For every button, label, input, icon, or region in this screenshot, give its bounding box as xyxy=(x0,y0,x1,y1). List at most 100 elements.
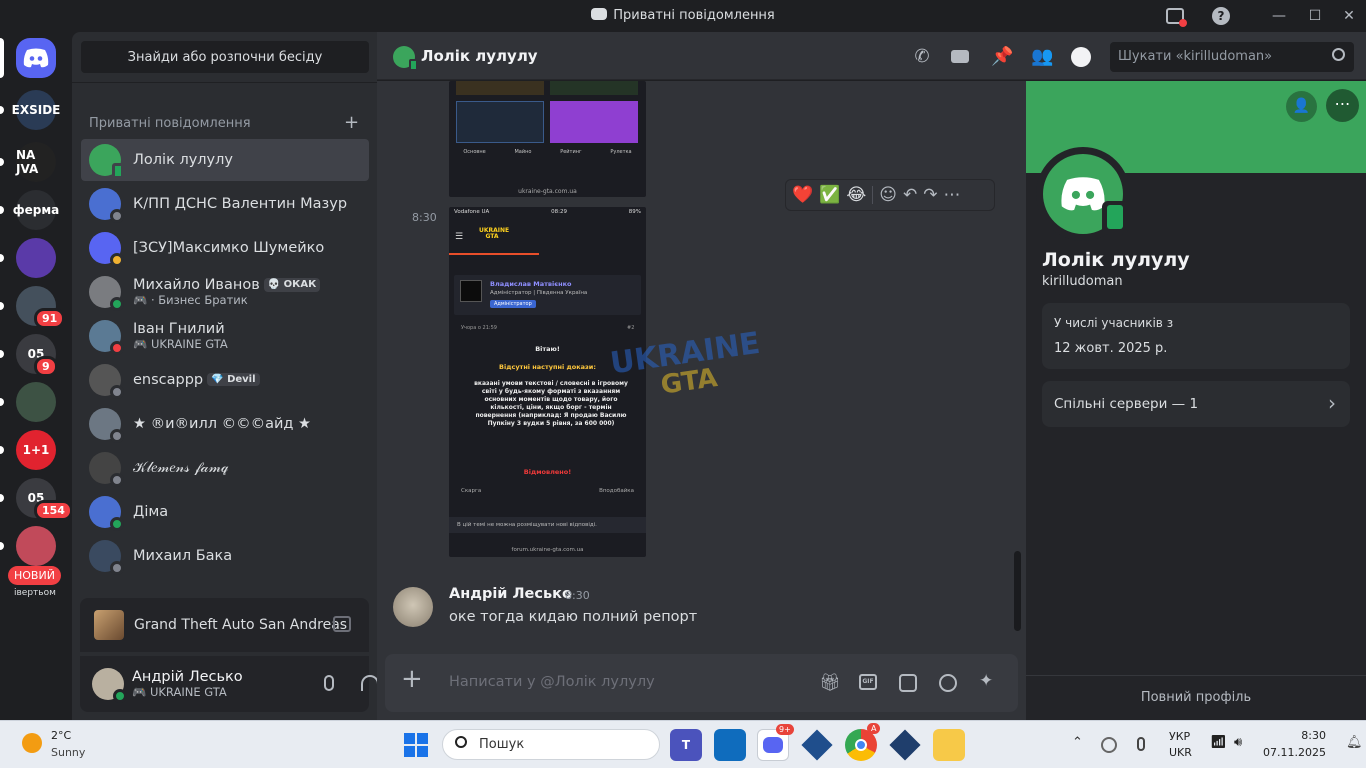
create-dm-icon[interactable]: + xyxy=(344,112,359,133)
add-friend-icon[interactable]: 👤 xyxy=(1286,91,1317,122)
status-online-icon xyxy=(113,689,127,703)
avatar xyxy=(89,320,124,355)
mutual-servers-row[interactable]: Спільні сервери — 1 › xyxy=(1042,381,1350,427)
file-explorer-icon[interactable] xyxy=(933,729,965,761)
more-options-icon[interactable]: ⋯ xyxy=(943,185,960,205)
dm-item[interactable]: Михайло Иванов 💀 ОКАК 🎮 · Бизнес Братик xyxy=(81,271,369,313)
clock-date[interactable]: 07.11.2025 xyxy=(1262,746,1326,759)
phone-statusbar: Vodafone UA 08:29 89% xyxy=(449,207,646,217)
wifi-icon[interactable]: 📶︎ xyxy=(1210,735,1227,750)
search-input[interactable]: Шукати «kirilludoman» xyxy=(1110,42,1354,72)
emoji-icon[interactable] xyxy=(939,674,957,692)
more-options-icon[interactable]: ⋯ xyxy=(1326,89,1359,122)
close-button[interactable]: ✕ xyxy=(1326,0,1366,32)
divider xyxy=(1026,675,1366,676)
scrollbar[interactable] xyxy=(1014,551,1021,631)
gift-icon[interactable]: 🎁︎ xyxy=(819,673,841,693)
forward-icon[interactable]: ↷ xyxy=(923,185,937,205)
find-conversation-button[interactable]: Знайди або розпочни бесіду xyxy=(81,41,369,73)
dm-name: Діма xyxy=(133,504,168,521)
status-icon xyxy=(110,385,124,399)
server-icon[interactable]: EXSIDE xyxy=(12,90,60,130)
dm-item[interactable]: Іван Гнилий 🎮 UKRAINE GTA xyxy=(81,315,369,357)
avatar[interactable] xyxy=(393,587,433,627)
store-app-icon[interactable] xyxy=(714,729,746,761)
server-icon[interactable]: 91 xyxy=(16,286,66,329)
apps-icon[interactable]: ✦ xyxy=(979,671,993,691)
chrome-badge: A xyxy=(867,723,881,734)
direct-messages-button[interactable] xyxy=(16,38,56,78)
url-label: forum.ukraine-gta.com.ua xyxy=(511,547,584,553)
message-input[interactable]: Написати у @Лолік лулулу xyxy=(449,674,655,690)
chat-title: Лолік лулулу xyxy=(421,47,538,65)
taskbar-search-box[interactable]: Пошук xyxy=(442,729,660,760)
dm-name: ★ ®и®илл ©©©айд ★ xyxy=(133,416,311,433)
microphone-icon[interactable] xyxy=(324,675,334,691)
start-button[interactable] xyxy=(404,733,428,757)
reaction-laugh[interactable]: 😂 xyxy=(846,185,866,205)
dm-item[interactable]: К/ПП ДСНС Валентин Мазур xyxy=(81,183,369,225)
help-icon[interactable]: ? xyxy=(1198,0,1244,32)
add-reaction-icon[interactable]: ☺ xyxy=(879,185,897,205)
language-line1[interactable]: УКР xyxy=(1169,730,1190,743)
member-since-label: У числі учасників з xyxy=(1054,316,1174,330)
user-name: Андрій Лесько xyxy=(132,669,243,686)
video-call-icon[interactable] xyxy=(951,46,973,68)
gta-launcher-icon[interactable] xyxy=(801,729,833,761)
chrome-app-icon[interactable]: A xyxy=(845,723,881,761)
clock-time[interactable]: 8:30 xyxy=(1262,729,1326,742)
attach-plus-icon[interactable]: + xyxy=(401,666,423,692)
mention-badge: 154 xyxy=(34,500,72,521)
full-profile-link[interactable]: Повний профіль xyxy=(1026,690,1366,705)
dm-item[interactable]: enscappp 💎 Devil xyxy=(81,359,369,401)
inbox-icon[interactable] xyxy=(1152,0,1198,32)
server-icon[interactable] xyxy=(16,526,56,566)
microphone-icon[interactable] xyxy=(1137,737,1145,751)
notifications-icon[interactable]: 🔔︎ xyxy=(1346,735,1363,750)
reaction-check[interactable]: ✅ xyxy=(819,185,840,205)
server-rail: EXSIDE NA JVA ферма 91 05 9 1+1 05 154 НОВИЙ іверт… xyxy=(0,32,72,720)
dm-item[interactable]: [ЗСУ]Максимко Шумейко xyxy=(81,227,369,269)
avatar[interactable] xyxy=(92,668,127,703)
dm-name-text: ★ ®и®илл ©©©айд ★ xyxy=(133,415,312,432)
server-icon[interactable]: 1+1 xyxy=(16,430,56,470)
avatar xyxy=(89,364,124,399)
reply-icon[interactable]: ↶ xyxy=(903,185,917,205)
tray-app-icon[interactable] xyxy=(1101,737,1117,753)
discord-app-icon[interactable]: 9+ xyxy=(757,724,794,761)
app-tabs: Основне Майно Рейтинг Рулетка xyxy=(449,149,646,155)
like-link: Вподобайка xyxy=(599,488,634,494)
gif-icon[interactable]: GIF xyxy=(859,674,877,690)
weather-sun-icon[interactable] xyxy=(22,733,42,753)
pinned-messages-icon[interactable]: 📌 xyxy=(991,46,1013,68)
weather-temp[interactable]: 2°C xyxy=(51,729,71,742)
server-icon[interactable]: NA JVA xyxy=(16,142,56,182)
volume-icon[interactable]: 🔊︎ xyxy=(1234,735,1242,750)
show-hidden-icons[interactable]: ⌃ xyxy=(1072,735,1083,750)
teams-app-icon[interactable]: T xyxy=(670,729,702,761)
server-icon[interactable]: 05 9 xyxy=(16,334,58,377)
gta-app-icon[interactable] xyxy=(889,729,921,761)
dm-item[interactable]: 𝒦𝓁𝑒𝓂𝑒𝓃𝓈 𝒻𝒶𝓂𝓆 xyxy=(81,447,369,489)
sticker-icon[interactable] xyxy=(899,674,917,692)
reaction-heart[interactable]: ❤️ xyxy=(792,185,813,205)
voice-call-icon[interactable]: ✆ xyxy=(911,46,933,68)
profile-avatar[interactable] xyxy=(1036,147,1130,241)
dm-item[interactable]: Діма xyxy=(81,491,369,533)
dm-name: Іван Гнилий xyxy=(133,321,228,338)
server-icon[interactable] xyxy=(16,382,56,422)
server-icon[interactable]: 05 154 xyxy=(16,478,72,521)
stream-game-icon[interactable] xyxy=(333,616,351,632)
language-line2[interactable]: UKR xyxy=(1169,746,1192,759)
server-icon[interactable]: ферма xyxy=(13,190,59,230)
user-profile-icon[interactable] xyxy=(1071,46,1093,68)
weather-desc[interactable]: Sunny xyxy=(51,746,85,759)
message-author[interactable]: Андрій Лесько xyxy=(449,586,572,602)
server-partial-label: івертьом xyxy=(14,588,56,598)
add-friends-icon[interactable]: 👥 xyxy=(1031,46,1053,68)
dm-item[interactable]: ★ ®и®илл ©©©айд ★ xyxy=(81,403,369,445)
dm-item[interactable]: Лолік лулулу xyxy=(81,139,369,181)
dm-item[interactable]: Михаил Бака xyxy=(81,535,369,577)
server-icon[interactable] xyxy=(16,238,56,278)
attachment-image-1[interactable]: Основне Майно Рейтинг Рулетка ukraine-gta.c… xyxy=(449,81,646,197)
